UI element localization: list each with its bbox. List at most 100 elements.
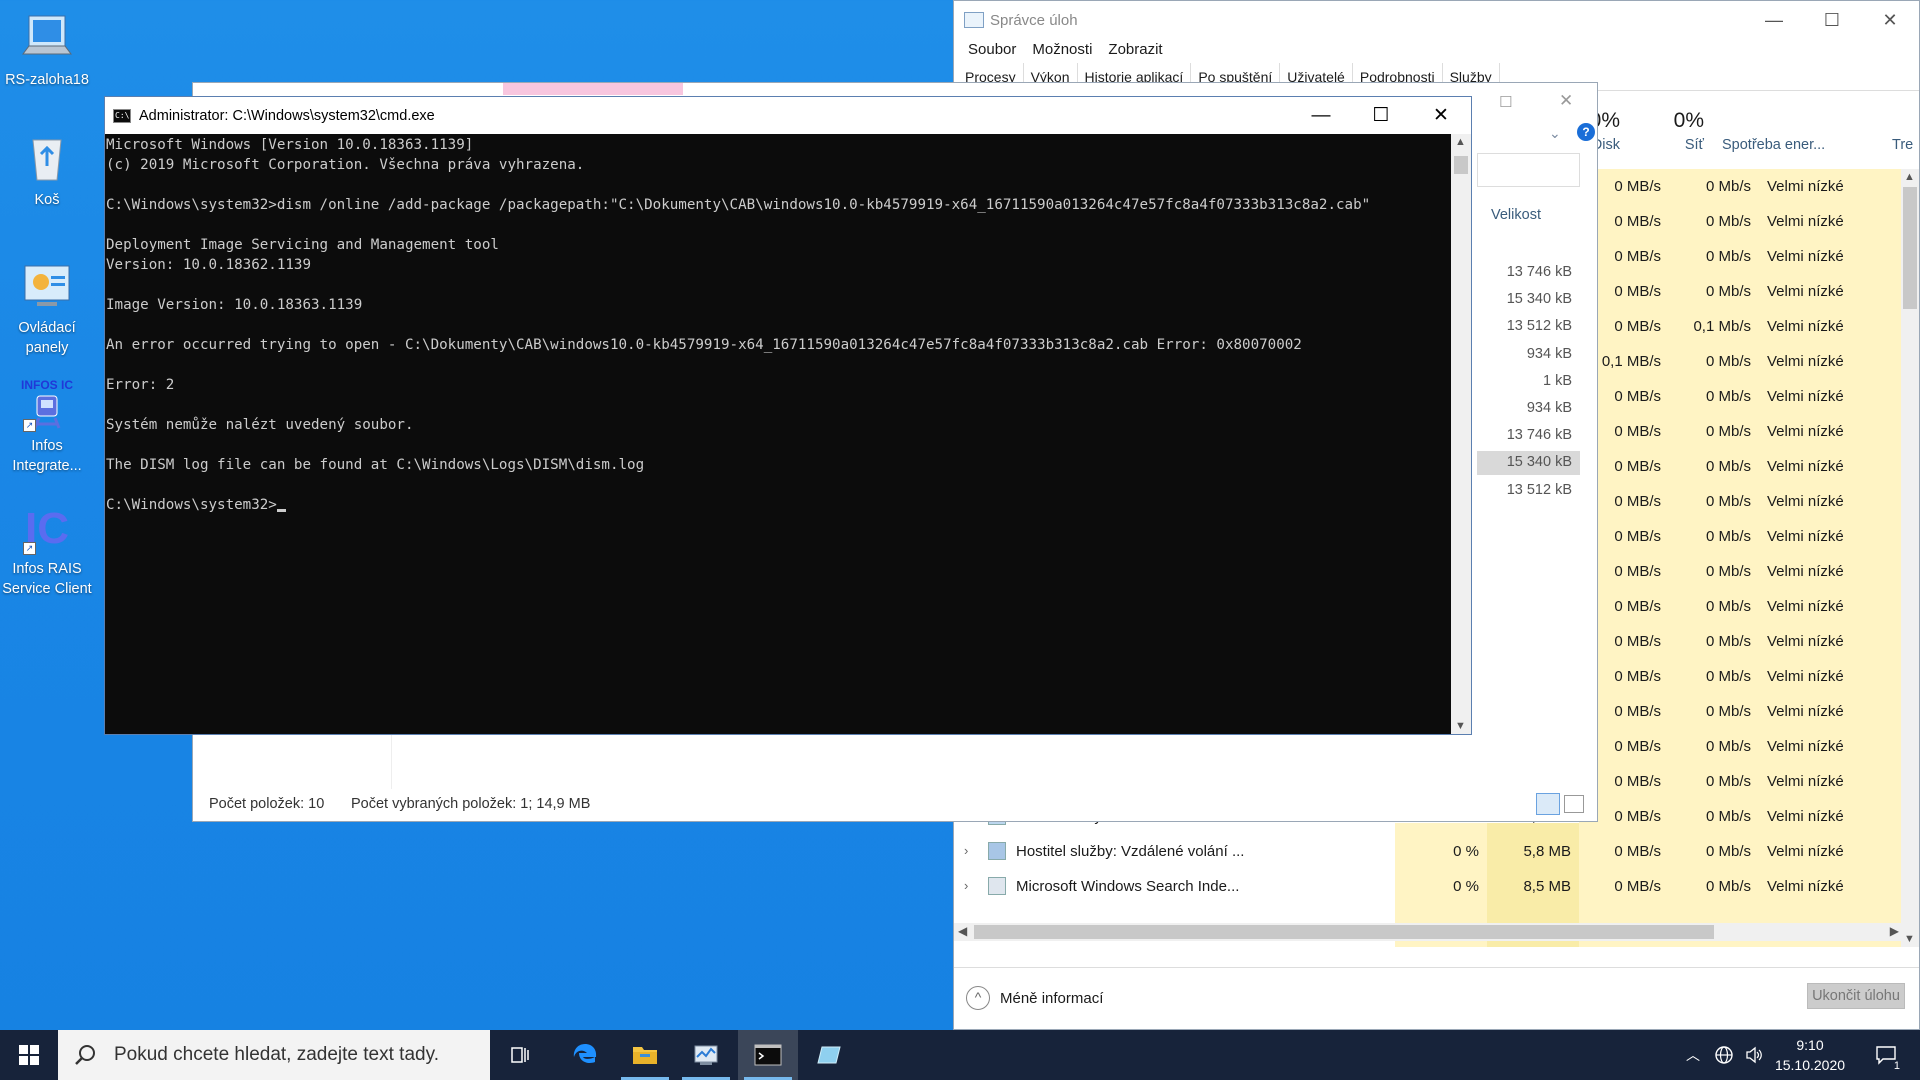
recycle-bin-icon <box>19 130 75 186</box>
console-line: Deployment Image Servicing and Managemen… <box>106 237 499 253</box>
taskbar-task-manager[interactable] <box>676 1030 736 1080</box>
scroll-up-icon[interactable]: ▲ <box>1904 171 1915 183</box>
cpu-value: 0 % <box>1453 843 1479 860</box>
maximize-button[interactable]: ☐ <box>1351 97 1411 134</box>
file-size: 15 340 kB <box>1506 291 1572 308</box>
menu-view[interactable]: Zobrazit <box>1100 39 1170 63</box>
desktop-icon-infos-integrate[interactable]: INFOS IC ↗ Infos Integrate... <box>0 378 94 476</box>
network-button[interactable] <box>1710 1030 1738 1080</box>
volume-button[interactable] <box>1740 1030 1768 1080</box>
desktop-icon-infos-rais[interactable]: IC ↗ Infos RAIS Service Client <box>0 505 94 599</box>
column-trend-header[interactable]: Tre <box>1892 109 1920 167</box>
chevron-up-icon: ^ <box>966 986 990 1010</box>
fewer-details-button[interactable]: ^ Méně informací <box>966 986 1103 1010</box>
taskbar-app[interactable] <box>800 1030 860 1080</box>
desktop-icon-label: Ovládací panely <box>18 320 76 356</box>
scroll-left-icon[interactable]: ◀ <box>958 924 967 938</box>
expand-chevron-icon[interactable]: › <box>964 843 968 858</box>
scroll-up-icon[interactable]: ▲ <box>1455 136 1466 148</box>
scroll-thumb[interactable] <box>1454 156 1468 174</box>
minimize-button[interactable]: — <box>1291 97 1351 134</box>
network-value: 0 Mb/s <box>1705 353 1751 370</box>
taskbar-edge[interactable] <box>555 1030 615 1080</box>
taskbar-command-prompt[interactable] <box>738 1030 798 1080</box>
item-count: Počet položek: 10 <box>209 796 325 812</box>
chevron-down-icon[interactable]: ⌄ <box>1549 125 1561 142</box>
desktop-icon-control-panel[interactable]: Ovládací panely <box>0 258 94 358</box>
scroll-down-icon[interactable]: ▼ <box>1904 933 1915 945</box>
desktop-icon-label: Infos Integrate... <box>12 438 82 474</box>
clock-time: 9:10 <box>1796 1037 1824 1053</box>
clock[interactable]: 9:10 15.10.2020 <box>1770 1035 1850 1075</box>
taskbar-file-explorer[interactable] <box>615 1030 675 1080</box>
maximize-button[interactable]: ☐ <box>1499 93 1512 111</box>
start-button[interactable] <box>0 1030 58 1080</box>
maximize-button[interactable]: ☐ <box>1803 1 1861 39</box>
chevron-up-icon: ︿ <box>1686 1047 1700 1063</box>
desktop-icon-recycle-bin[interactable]: Koš <box>0 130 94 210</box>
column-power-header[interactable]: Spotřeba ener... <box>1710 109 1850 167</box>
console-line: Microsoft Windows [Version 10.0.18363.11… <box>106 137 474 153</box>
task-manager-titlebar[interactable]: Správce úloh — ☐ ✕ <box>954 1 1919 39</box>
vertical-scrollbar[interactable]: ▲ ▼ <box>1901 169 1919 947</box>
scroll-right-icon[interactable]: ▶ <box>1890 924 1899 938</box>
network-label: Síť <box>1684 137 1704 153</box>
console-scrollbar[interactable]: ▲ ▼ <box>1451 134 1471 734</box>
close-button[interactable]: ✕ <box>1559 91 1573 111</box>
network-value: 0 Mb/s <box>1705 773 1751 790</box>
scroll-thumb[interactable] <box>1903 187 1917 309</box>
minimize-button[interactable]: — <box>1745 1 1803 39</box>
desktop-icon-computer[interactable]: RS-zaloha18 <box>0 10 94 90</box>
power-value: Velmi nízké <box>1767 423 1844 440</box>
power-value: Velmi nízké <box>1767 773 1844 790</box>
process-row[interactable]: › Hostitel služby: Vzdálené volání ... 0 %… <box>954 834 1919 869</box>
cmd-titlebar[interactable]: C:\ Administrator: C:\Windows\system32\c… <box>105 97 1471 134</box>
action-center-button[interactable]: 1 <box>1866 1030 1906 1080</box>
network-value: 0 Mb/s <box>1705 633 1751 650</box>
task-manager-icon <box>964 12 984 28</box>
network-value: 0 Mb/s <box>1705 878 1751 895</box>
menu-options[interactable]: Možnosti <box>1024 39 1100 63</box>
size-column-header[interactable]: Velikost <box>1491 207 1541 223</box>
close-button[interactable]: ✕ <box>1411 97 1471 134</box>
help-icon[interactable]: ? <box>1577 123 1595 141</box>
infos-ic-badge: INFOS IC <box>20 378 73 392</box>
process-name: Hostitel služby: Vzdálené volání ... <box>1016 843 1245 860</box>
console-output[interactable]: Microsoft Windows [Version 10.0.18363.11… <box>106 135 1449 515</box>
edge-icon <box>573 1044 597 1063</box>
network-value: 0 Mb/s <box>1705 283 1751 300</box>
task-manager-footer: ^ Méně informací Ukončit úlohu <box>954 967 1919 1029</box>
network-percent: 0% <box>1673 109 1704 132</box>
horizontal-scrollbar[interactable]: ◀ ▶ <box>954 923 1903 941</box>
globe-icon <box>1715 1046 1733 1064</box>
column-network-header[interactable]: 0% Síť <box>1634 109 1704 167</box>
end-task-button[interactable]: Ukončit úlohu <box>1807 983 1905 1009</box>
console-line: Version: 10.0.18362.1139 <box>106 257 311 273</box>
taskbar-search-box[interactable]: Pokud chcete hledat, zadejte text tady. <box>58 1030 490 1080</box>
menu-file[interactable]: Soubor <box>960 39 1024 63</box>
infos-ic-icon: ↗ <box>19 392 75 432</box>
close-button[interactable]: ✕ <box>1861 1 1919 39</box>
network-value: 0 Mb/s <box>1705 563 1751 580</box>
explorer-tab-highlight <box>503 83 683 95</box>
task-view-button[interactable] <box>490 1030 550 1080</box>
scroll-down-icon[interactable]: ▼ <box>1455 720 1466 732</box>
power-value: Velmi nízké <box>1767 178 1844 195</box>
search-placeholder: Pokud chcete hledat, zadejte text tady. <box>114 1044 439 1065</box>
show-hidden-icons-button[interactable]: ︿ <box>1682 1030 1704 1080</box>
fewer-details-label: Méně informací <box>1000 989 1104 1007</box>
network-value: 0 Mb/s <box>1705 248 1751 265</box>
scroll-thumb[interactable] <box>974 925 1714 939</box>
power-value: Velmi nízké <box>1767 458 1844 475</box>
command-prompt-window[interactable]: C:\ Administrator: C:\Windows\system32\c… <box>104 96 1472 735</box>
network-value: 0 Mb/s <box>1705 493 1751 510</box>
shortcut-arrow-icon: ↗ <box>23 419 36 432</box>
console-line: Error: 2 <box>106 377 175 393</box>
desktop-icon-label: Infos RAIS Service Client <box>2 561 92 597</box>
process-row[interactable]: › Microsoft Windows Search Inde... 0 % 8,5 … <box>954 869 1919 904</box>
cpu-value: 0 % <box>1453 878 1479 895</box>
memory-value: 5,8 MB <box>1523 843 1571 860</box>
expand-chevron-icon[interactable]: › <box>964 878 968 893</box>
explorer-search-box[interactable] <box>1477 153 1580 187</box>
file-size: 13 512 kB <box>1506 318 1572 335</box>
